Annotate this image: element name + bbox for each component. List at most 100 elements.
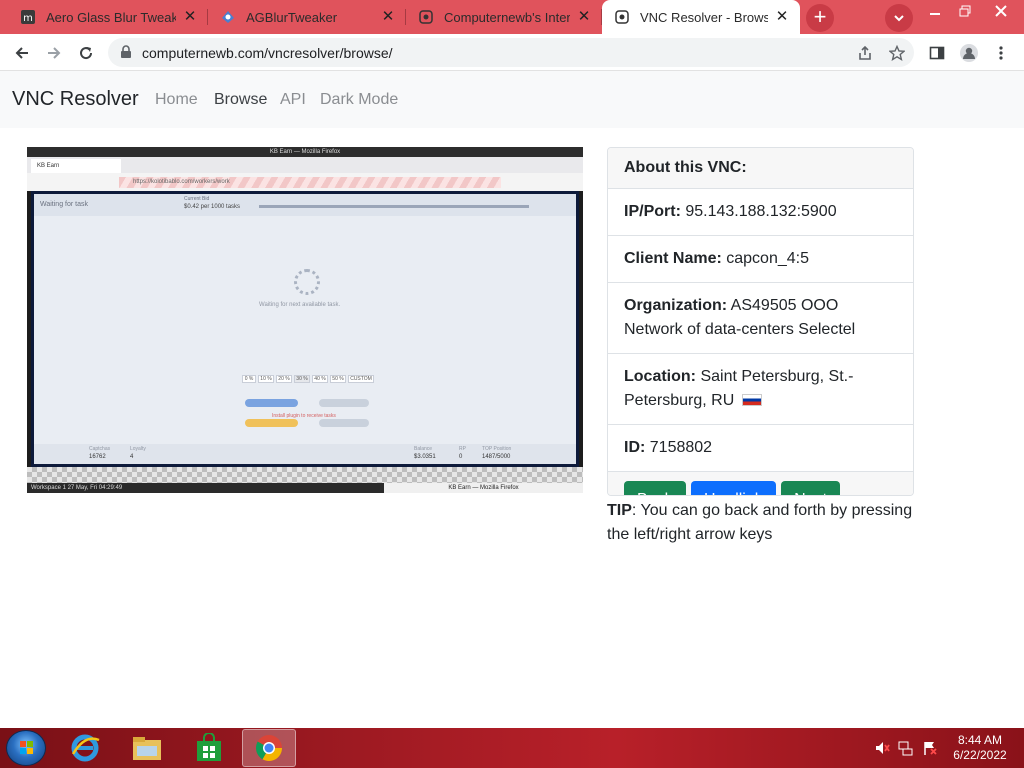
volume-muted-icon[interactable] bbox=[874, 740, 890, 756]
lock-icon bbox=[120, 45, 132, 64]
remote-stat-label: Balance bbox=[414, 446, 433, 452]
tip-text: TIP: You can go back and forth by pressi… bbox=[607, 499, 917, 547]
profile-icon bbox=[960, 44, 978, 62]
menu-button[interactable] bbox=[990, 42, 1012, 64]
tab-agblurtweaker[interactable]: AGBlurTweaker ✕ bbox=[208, 0, 406, 34]
remote-stat-value: 16762 bbox=[89, 454, 106, 460]
vnc-screenshot[interactable]: KB Earn — Mozilla Firefox KB Earn https:… bbox=[27, 147, 583, 493]
remote-stat-value: 0 bbox=[459, 454, 463, 460]
remote-stat-value: $3.0351 bbox=[414, 454, 436, 460]
file-explorer-icon[interactable] bbox=[120, 729, 174, 767]
close-icon[interactable]: ✕ bbox=[774, 9, 790, 25]
remote-tab-bar: KB Earn bbox=[27, 157, 583, 173]
reload-button[interactable] bbox=[72, 39, 100, 67]
share-icon[interactable] bbox=[856, 44, 874, 62]
tab-vnc-resolver[interactable]: VNC Resolver - Browse ✕ bbox=[602, 0, 800, 34]
remote-desktop-background bbox=[27, 467, 583, 483]
tab-computernewb[interactable]: Computernewb's Interne ✕ bbox=[406, 0, 602, 34]
remote-taskbar-item: KB Earn — Mozilla Firefox bbox=[384, 483, 583, 493]
minimize-icon bbox=[930, 13, 940, 15]
svg-text:m: m bbox=[23, 13, 33, 24]
nav-dark-mode[interactable]: Dark Mode bbox=[320, 91, 398, 109]
remote-progress-bar bbox=[259, 205, 529, 208]
tip-label: TIP bbox=[607, 502, 632, 519]
remote-chip: 30 % bbox=[294, 375, 310, 383]
org-label: Organization: bbox=[624, 297, 728, 314]
profile-avatar[interactable] bbox=[958, 42, 980, 64]
new-tab-button[interactable]: + bbox=[806, 4, 834, 32]
card-header: About this VNC: bbox=[608, 148, 913, 189]
remote-chip: 20 % bbox=[276, 375, 292, 383]
remote-page: Waiting for task Current Bid $0.42 per 1… bbox=[31, 191, 579, 467]
address-bar[interactable]: computernewb.com/vncresolver/browse/ bbox=[108, 38, 914, 67]
back-button[interactable]: Back bbox=[624, 481, 686, 495]
windows-logo-icon bbox=[20, 741, 33, 754]
minimize-button[interactable] bbox=[920, 0, 950, 22]
remote-stat-label: RP bbox=[459, 446, 466, 452]
reload-icon bbox=[80, 47, 93, 60]
system-clock[interactable]: 8:44 AM 6/22/2022 bbox=[948, 733, 1012, 763]
remote-install-link: Install plugin to receive tasks bbox=[272, 413, 336, 419]
restore-icon bbox=[959, 5, 971, 17]
tab-title: Computernewb's Interne bbox=[444, 9, 570, 25]
internet-explorer-icon[interactable] bbox=[58, 729, 112, 767]
tab-strip: m Aero Glass Blur Tweaker ✕ AGBlurTweake… bbox=[0, 0, 1024, 34]
id-label: ID: bbox=[624, 439, 646, 456]
chrome-icon[interactable] bbox=[242, 729, 296, 767]
remote-chip: CUSTOM bbox=[348, 375, 374, 383]
id-value: 7158802 bbox=[649, 439, 713, 456]
remote-stat-label: Loyalty bbox=[130, 446, 146, 452]
spinner-icon bbox=[294, 269, 320, 295]
remote-rate: $0.42 per 1000 tasks bbox=[184, 204, 241, 210]
back-nav-button[interactable] bbox=[8, 39, 36, 67]
network-icon[interactable] bbox=[898, 740, 914, 756]
forward-nav-button[interactable] bbox=[40, 39, 68, 67]
ip-label: IP/Port: bbox=[624, 203, 681, 220]
next-button[interactable]: Next bbox=[781, 481, 841, 495]
client-name-row: Client Name: capcon_4:5 bbox=[608, 236, 913, 283]
nav-home[interactable]: Home bbox=[155, 91, 198, 109]
wiki-icon: m bbox=[20, 9, 36, 25]
remote-stat-value: 4 bbox=[130, 454, 134, 460]
tab-aero-glass[interactable]: m Aero Glass Blur Tweaker ✕ bbox=[8, 0, 208, 34]
remote-url-bar: https://kolotibablo.com/workers/work bbox=[27, 173, 583, 191]
close-icon[interactable]: ✕ bbox=[576, 9, 592, 25]
nav-api[interactable]: API bbox=[280, 91, 306, 109]
chevron-down-icon bbox=[894, 15, 904, 22]
organization-row: Organization: AS49505 OOO Network of dat… bbox=[608, 283, 913, 354]
remote-bar bbox=[319, 399, 369, 407]
more-vertical-icon bbox=[999, 46, 1003, 60]
start-button[interactable] bbox=[6, 730, 46, 766]
remote-header: Waiting for task Current Bid $0.42 per 1… bbox=[34, 194, 576, 216]
tab-title: Aero Glass Blur Tweaker bbox=[46, 9, 176, 25]
bookmark-star-icon[interactable] bbox=[888, 44, 906, 62]
tab-title: AGBlurTweaker bbox=[246, 9, 338, 25]
location-row: Location: Saint Petersburg, St.-Petersbu… bbox=[608, 354, 913, 425]
location-label: Location: bbox=[624, 368, 696, 385]
site-brand[interactable]: VNC Resolver bbox=[12, 88, 139, 111]
side-panel-icon[interactable] bbox=[926, 42, 948, 64]
close-window-button[interactable] bbox=[982, 0, 1020, 22]
store-icon[interactable] bbox=[182, 729, 236, 767]
remote-chip: 0 % bbox=[242, 375, 256, 383]
tab-search-button[interactable] bbox=[885, 4, 913, 32]
nav-browse[interactable]: Browse bbox=[214, 91, 267, 109]
remote-waiting-text: Waiting for next available task. bbox=[259, 302, 341, 308]
remote-window-title: KB Earn — Mozilla Firefox bbox=[27, 147, 583, 157]
client-value: capcon_4:5 bbox=[726, 250, 809, 267]
remote-stats: Captchas 16762 Loyalty 4 Balance $3.0351… bbox=[34, 444, 576, 464]
action-center-icon[interactable] bbox=[922, 740, 938, 756]
remote-tab: KB Earn bbox=[31, 159, 121, 173]
site-navbar: VNC Resolver Home Browse API Dark Mode bbox=[0, 71, 1024, 128]
computernewb-icon bbox=[614, 9, 630, 25]
remote-bar bbox=[319, 419, 369, 427]
russia-flag-icon bbox=[741, 394, 762, 406]
url-text[interactable]: computernewb.com/vncresolver/browse/ bbox=[142, 45, 393, 61]
close-icon[interactable]: ✕ bbox=[182, 9, 198, 25]
remote-stat-label: Captchas bbox=[89, 446, 111, 452]
close-icon[interactable]: ✕ bbox=[380, 9, 396, 25]
hardlink-button[interactable]: Hardlink bbox=[691, 481, 776, 495]
client-label: Client Name: bbox=[624, 250, 722, 267]
id-row: ID: 7158802 bbox=[608, 425, 913, 472]
restore-button[interactable] bbox=[950, 0, 980, 22]
